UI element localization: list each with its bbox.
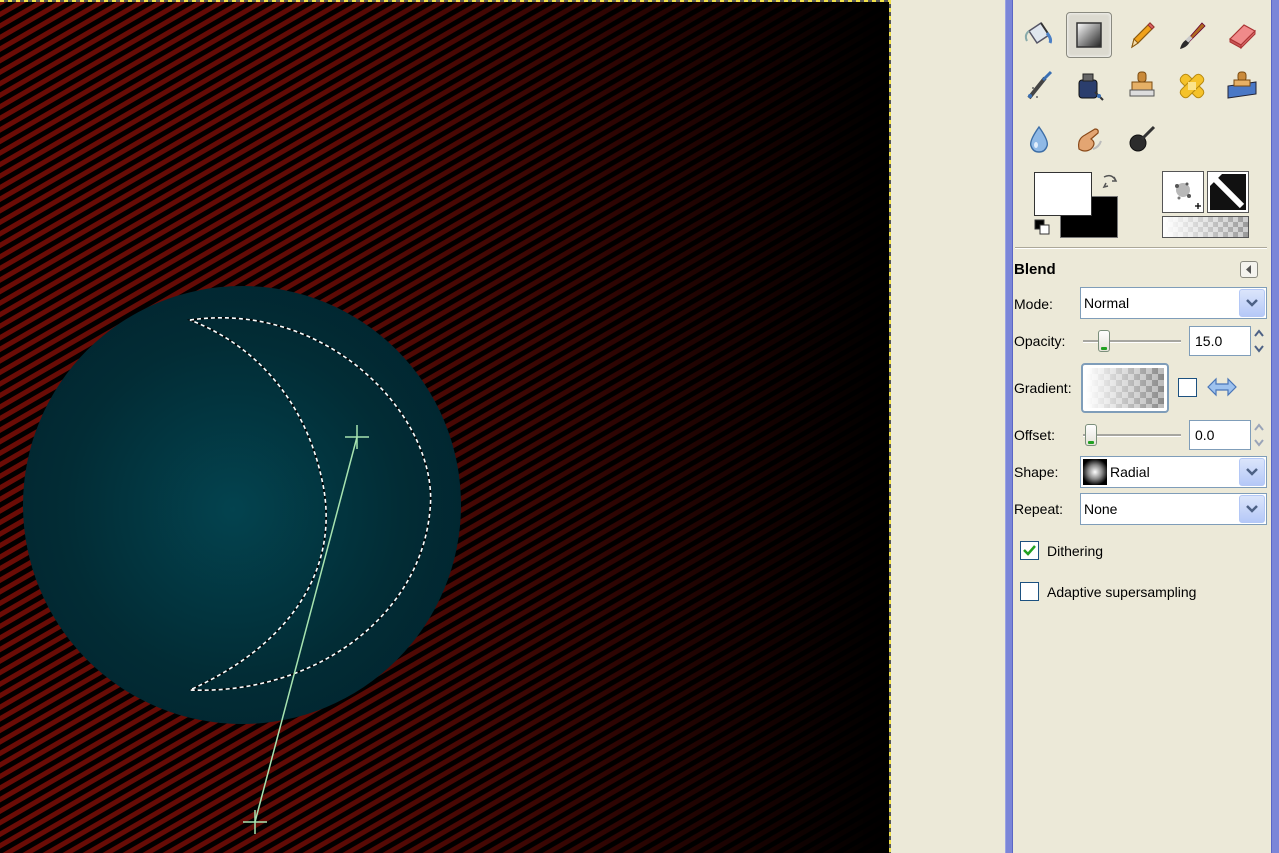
clone-stamp-icon <box>1129 71 1155 97</box>
gradient-reverse-icon[interactable] <box>1206 375 1238 399</box>
dithering-checkbox[interactable] <box>1020 541 1039 560</box>
brush-splatter-icon <box>1175 182 1201 209</box>
mode-value: Normal <box>1084 295 1130 311</box>
chevron-down-icon[interactable] <box>1239 495 1265 523</box>
opacity-slider-thumb[interactable] <box>1098 330 1110 352</box>
blend-title: Blend <box>1014 261 1056 278</box>
pencil-icon <box>1131 22 1155 49</box>
swap-colors-icon[interactable] <box>1100 171 1120 191</box>
gradient-preview <box>1086 368 1164 408</box>
repeat-label: Repeat: <box>1014 501 1064 517</box>
perspective-clone-icon <box>1227 71 1257 99</box>
chevron-down-icon[interactable] <box>1239 458 1265 486</box>
gradient-reverse-checkbox[interactable] <box>1178 378 1197 397</box>
opacity-spinbox[interactable]: 15.0 <box>1189 326 1264 356</box>
adaptive-supersampling-checkbox[interactable] <box>1020 582 1039 601</box>
triangle-left-icon <box>1246 265 1251 274</box>
repeat-value: None <box>1084 501 1118 517</box>
blur-sharpen-tool-button[interactable] <box>1016 116 1062 162</box>
ink-tool-button[interactable] <box>1066 63 1112 109</box>
dodge-burn-tool-button[interactable] <box>1119 116 1165 162</box>
dodge-burn-icon <box>1129 125 1156 152</box>
dithering-label[interactable]: Dithering <box>1047 543 1103 559</box>
opacity-value: 15.0 <box>1195 333 1223 349</box>
gradient-button[interactable] <box>1081 363 1169 413</box>
canvas-drawing[interactable] <box>0 0 890 853</box>
smudge-tool-button[interactable] <box>1066 116 1112 162</box>
ink-icon <box>1078 73 1104 101</box>
paintbrush-icon <box>1180 22 1206 49</box>
bandage-icon <box>1179 73 1205 99</box>
pattern-preview[interactable] <box>1207 171 1249 213</box>
shape-combo[interactable]: Radial <box>1080 456 1267 488</box>
image-canvas[interactable] <box>0 0 890 853</box>
radial-shape-icon <box>1083 459 1107 485</box>
adaptive-supersampling-label[interactable]: Adaptive supersampling <box>1047 584 1196 600</box>
gradient-label: Gradient: <box>1014 380 1072 396</box>
shape-label: Shape: <box>1014 464 1059 480</box>
mode-combo[interactable]: Normal <box>1080 287 1267 319</box>
offset-slider-track[interactable] <box>1083 434 1181 437</box>
offset-label: Offset: <box>1014 427 1055 443</box>
water-drop-icon <box>1029 125 1049 153</box>
foreground-color-swatch[interactable] <box>1034 172 1092 216</box>
sphere <box>23 286 461 724</box>
offset-slider-thumb[interactable] <box>1085 424 1097 446</box>
opacity-label: Opacity: <box>1014 333 1066 349</box>
blend-tool-button[interactable] <box>1066 12 1112 58</box>
separator <box>1015 247 1267 249</box>
pencil-tool-button[interactable] <box>1119 12 1165 58</box>
offset-value: 0.0 <box>1195 427 1215 443</box>
bucket-fill-icon <box>1024 21 1053 45</box>
offset-spinbox[interactable]: 0.0 <box>1189 420 1264 450</box>
gradient-preview-small[interactable] <box>1162 216 1249 238</box>
dock-edge-left <box>1005 0 1013 853</box>
eraser-icon <box>1229 24 1256 50</box>
shape-value: Radial <box>1110 464 1150 480</box>
dock-edge-right <box>1271 0 1279 853</box>
smudge-finger-icon <box>1078 128 1102 152</box>
canvas-border-top <box>0 0 891 2</box>
checkmark-icon <box>1023 545 1036 556</box>
panel-menu-button[interactable] <box>1240 261 1258 278</box>
blend-icon <box>1076 22 1102 48</box>
chevron-down-icon[interactable] <box>1239 289 1265 317</box>
canvas-padding <box>891 0 1005 853</box>
airbrush-tool-button[interactable] <box>1016 63 1062 109</box>
clone-tool-button[interactable] <box>1119 63 1165 109</box>
repeat-combo[interactable]: None <box>1080 493 1267 525</box>
bucket-fill-tool-button[interactable] <box>1016 12 1062 58</box>
brush-preview[interactable] <box>1162 171 1204 213</box>
spin-arrows-icon[interactable] <box>1252 326 1266 356</box>
pattern-icon <box>1210 174 1246 210</box>
perspective-clone-tool-button[interactable] <box>1219 63 1265 109</box>
default-colors-icon[interactable] <box>1034 219 1052 237</box>
heal-tool-button[interactable] <box>1169 63 1215 109</box>
mode-label: Mode: <box>1014 296 1053 312</box>
spin-arrows-icon[interactable] <box>1252 420 1266 450</box>
toolbox-panel: Blend Mode: Normal Opacity: 15.0 Gradien… <box>1013 0 1271 853</box>
airbrush-icon <box>1027 70 1053 100</box>
paintbrush-tool-button[interactable] <box>1169 12 1215 58</box>
eraser-tool-button[interactable] <box>1219 12 1265 58</box>
